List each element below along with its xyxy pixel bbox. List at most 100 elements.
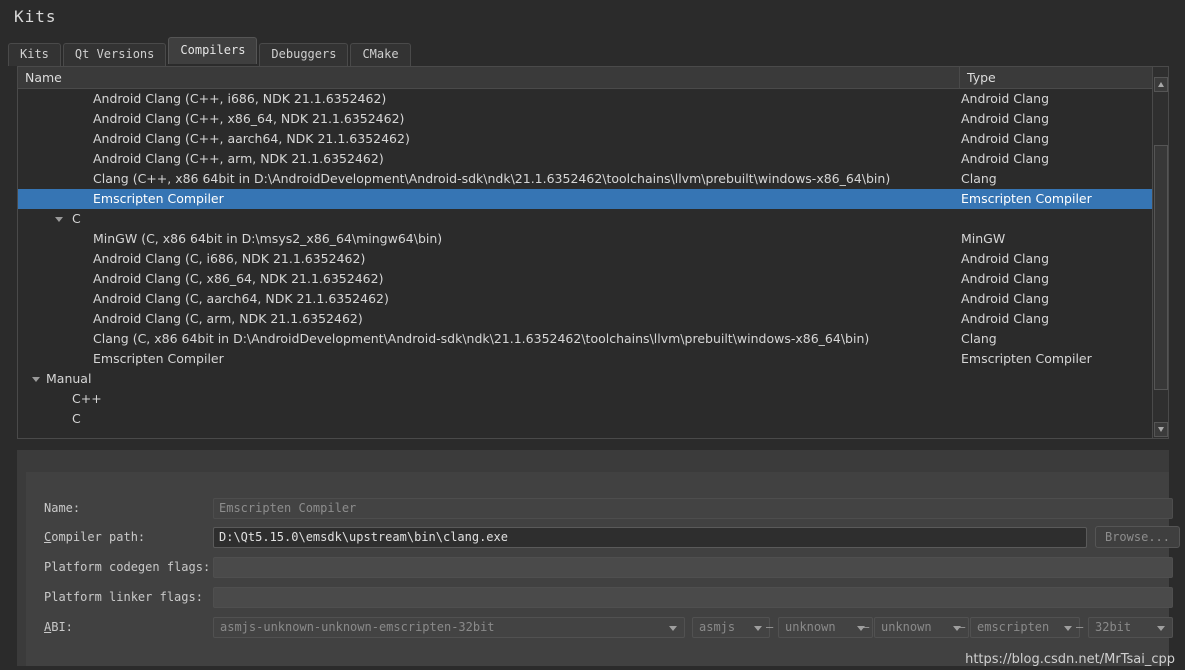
tree-row-type: Android Clang	[961, 311, 1050, 326]
tree-row[interactable]: Android Clang (C, arm, NDK 21.1.6352462)…	[18, 309, 1168, 329]
abi-part-combo-4[interactable]: emscripten	[970, 617, 1080, 638]
abi-separator-dash: –	[766, 620, 774, 634]
abi-combo-full-value: asmjs-unknown-unknown-emscripten-32bit	[220, 620, 495, 634]
abi-part-value-5: 32bit	[1095, 620, 1132, 634]
platform-codegen-row: Platform codegen flags:	[26, 557, 1173, 578]
tab-kits[interactable]: Kits	[8, 43, 61, 66]
tree-row[interactable]: Clang (C, x86 64bit in D:\AndroidDevelop…	[18, 329, 1168, 349]
tree-row-name: Clang (C++, x86 64bit in D:\AndroidDevel…	[93, 171, 891, 186]
tree-row-name: Emscripten Compiler	[93, 351, 224, 366]
tree-row-type: Android Clang	[961, 111, 1050, 126]
tree-row[interactable]: Manual	[18, 369, 1168, 389]
tree-row-name: C	[72, 411, 81, 426]
abi-part-value-3: unknown	[881, 620, 932, 634]
page-title: Kits	[14, 7, 57, 26]
tree-row-name: Android Clang (C++, x86_64, NDK 21.1.635…	[93, 111, 405, 126]
tree-row-type: Android Clang	[961, 131, 1050, 146]
tab-qt-versions[interactable]: Qt Versions	[62, 43, 167, 66]
tree-row[interactable]: MinGW (C, x86 64bit in D:\msys2_x86_64\m…	[18, 229, 1168, 249]
browse-button[interactable]: Browse...	[1095, 526, 1180, 548]
tab-debuggers[interactable]: Debuggers	[259, 43, 349, 66]
tree-row-name: Clang (C, x86 64bit in D:\AndroidDevelop…	[93, 331, 870, 346]
tree-vertical-scrollbar[interactable]	[1152, 67, 1168, 438]
tree-row-type: Clang	[961, 171, 997, 186]
tree-row[interactable]: Android Clang (C, x86_64, NDK 21.1.63524…	[18, 269, 1168, 289]
abi-label: ABI:	[44, 617, 73, 638]
compiler-path-label: Compiler path:	[44, 527, 145, 548]
tree-row[interactable]: C++	[18, 389, 1168, 409]
tree-row[interactable]: Android Clang (C++, arm, NDK 21.1.635246…	[18, 149, 1168, 169]
tree-row-type: Android Clang	[961, 151, 1050, 166]
tree-row-name: Manual	[46, 371, 92, 386]
tree-row[interactable]: Emscripten Compiler Emscripten Compiler	[18, 189, 1168, 209]
chevron-down-icon	[1157, 626, 1165, 631]
tree-body: Android Clang (C++, i686, NDK 21.1.63524…	[18, 89, 1168, 438]
abi-combo-full[interactable]: asmjs-unknown-unknown-emscripten-32bit	[213, 617, 685, 638]
tree-row-name: Android Clang (C, aarch64, NDK 21.1.6352…	[93, 291, 389, 306]
compiler-path-input[interactable]: D:\Qt5.15.0\emsdk\upstream\bin\clang.exe	[213, 527, 1087, 548]
abi-part-combo-5[interactable]: 32bit	[1088, 617, 1173, 638]
tree-row-type: Emscripten Compiler	[961, 351, 1092, 366]
platform-linker-input[interactable]	[213, 587, 1173, 608]
expand-collapse-triangle-icon[interactable]	[30, 369, 44, 389]
tree-row[interactable]: Android Clang (C, i686, NDK 21.1.6352462…	[18, 249, 1168, 269]
abi-separator-dash: –	[862, 620, 870, 634]
name-input[interactable]: Emscripten Compiler	[213, 498, 1173, 519]
tree-row-type: MinGW	[961, 231, 1006, 246]
tree-row-name: C	[72, 211, 81, 226]
tree-row[interactable]: Emscripten Compiler Emscripten Compiler	[18, 349, 1168, 369]
tab-compilers[interactable]: Compilers	[168, 37, 258, 64]
watermark-url: https://blog.csdn.net/MrTsai_cpp	[965, 652, 1175, 667]
tree-row[interactable]: Android Clang (C++, aarch64, NDK 21.1.63…	[18, 129, 1168, 149]
abi-label-rest: BI:	[51, 620, 73, 634]
tree-row-type: Android Clang	[961, 291, 1050, 306]
chevron-down-icon	[754, 626, 762, 631]
tree-row[interactable]: Android Clang (C++, i686, NDK 21.1.63524…	[18, 89, 1168, 109]
tree-row[interactable]: Android Clang (C, aarch64, NDK 21.1.6352…	[18, 289, 1168, 309]
tree-row[interactable]: C	[18, 209, 1168, 229]
column-header-type[interactable]: Type	[960, 67, 1168, 88]
abi-part-value-4: emscripten	[977, 620, 1050, 634]
platform-linker-label: Platform linker flags:	[44, 590, 203, 604]
expand-collapse-triangle-icon[interactable]	[53, 209, 67, 229]
abi-part-combo-2[interactable]: unknown	[778, 617, 873, 638]
tree-row-type: Clang	[961, 331, 997, 346]
tree-row-type: Android Clang	[961, 271, 1050, 286]
chevron-down-icon	[669, 626, 677, 631]
tab-bar: Kits Qt Versions Compilers Debuggers CMake	[8, 37, 413, 66]
abi-part-value-2: unknown	[785, 620, 836, 634]
abi-row: ABI: asmjs-unknown-unknown-emscripten-32…	[26, 617, 1173, 638]
tree-row[interactable]: Clang (C++, x86 64bit in D:\AndroidDevel…	[18, 169, 1168, 189]
tree-row-name: Android Clang (C++, i686, NDK 21.1.63524…	[93, 91, 387, 106]
name-row: Name: Emscripten Compiler	[26, 498, 1173, 519]
tree-row-name: Android Clang (C, x86_64, NDK 21.1.63524…	[93, 271, 384, 286]
compiler-path-label-rest: ompiler path:	[51, 530, 146, 544]
column-header-name[interactable]: Name	[18, 67, 960, 88]
abi-separator-dash: –	[1076, 620, 1084, 634]
chevron-down-icon	[1064, 626, 1072, 631]
scroll-up-arrow-icon[interactable]	[1154, 77, 1168, 92]
abi-part-value-1: asmjs	[699, 620, 736, 634]
tree-row-name: Emscripten Compiler	[93, 191, 224, 206]
tree-row-name: Android Clang (C++, arm, NDK 21.1.635246…	[93, 151, 384, 166]
tree-row-name: Android Clang (C, arm, NDK 21.1.6352462)	[93, 311, 363, 326]
scroll-down-arrow-icon[interactable]	[1154, 422, 1168, 437]
tree-row-name: Android Clang (C++, aarch64, NDK 21.1.63…	[93, 131, 410, 146]
compiler-path-row: Compiler path: D:\Qt5.15.0\emsdk\upstrea…	[26, 526, 1180, 548]
platform-codegen-input[interactable]	[213, 557, 1173, 578]
abi-part-combo-1[interactable]: asmjs	[692, 617, 770, 638]
platform-linker-row: Platform linker flags:	[26, 587, 1173, 608]
tree-row[interactable]: C	[18, 409, 1168, 429]
tree-row-name: MinGW (C, x86 64bit in D:\msys2_x86_64\m…	[93, 231, 443, 246]
tree-row-type: Emscripten Compiler	[961, 191, 1092, 206]
tab-cmake[interactable]: CMake	[350, 43, 411, 66]
abi-separator-dash: –	[958, 620, 966, 634]
scrollbar-thumb[interactable]	[1154, 145, 1168, 390]
compilers-tree-panel: Name Type Android Clang (C++, i686, NDK …	[17, 66, 1169, 439]
abi-part-combo-3[interactable]: unknown	[874, 617, 969, 638]
tree-row-name: Android Clang (C, i686, NDK 21.1.6352462…	[93, 251, 366, 266]
compiler-details-panel: Name: Emscripten Compiler Compiler path:…	[17, 450, 1180, 666]
platform-codegen-label: Platform codegen flags:	[44, 560, 211, 574]
tree-header: Name Type	[18, 67, 1168, 89]
tree-row[interactable]: Android Clang (C++, x86_64, NDK 21.1.635…	[18, 109, 1168, 129]
